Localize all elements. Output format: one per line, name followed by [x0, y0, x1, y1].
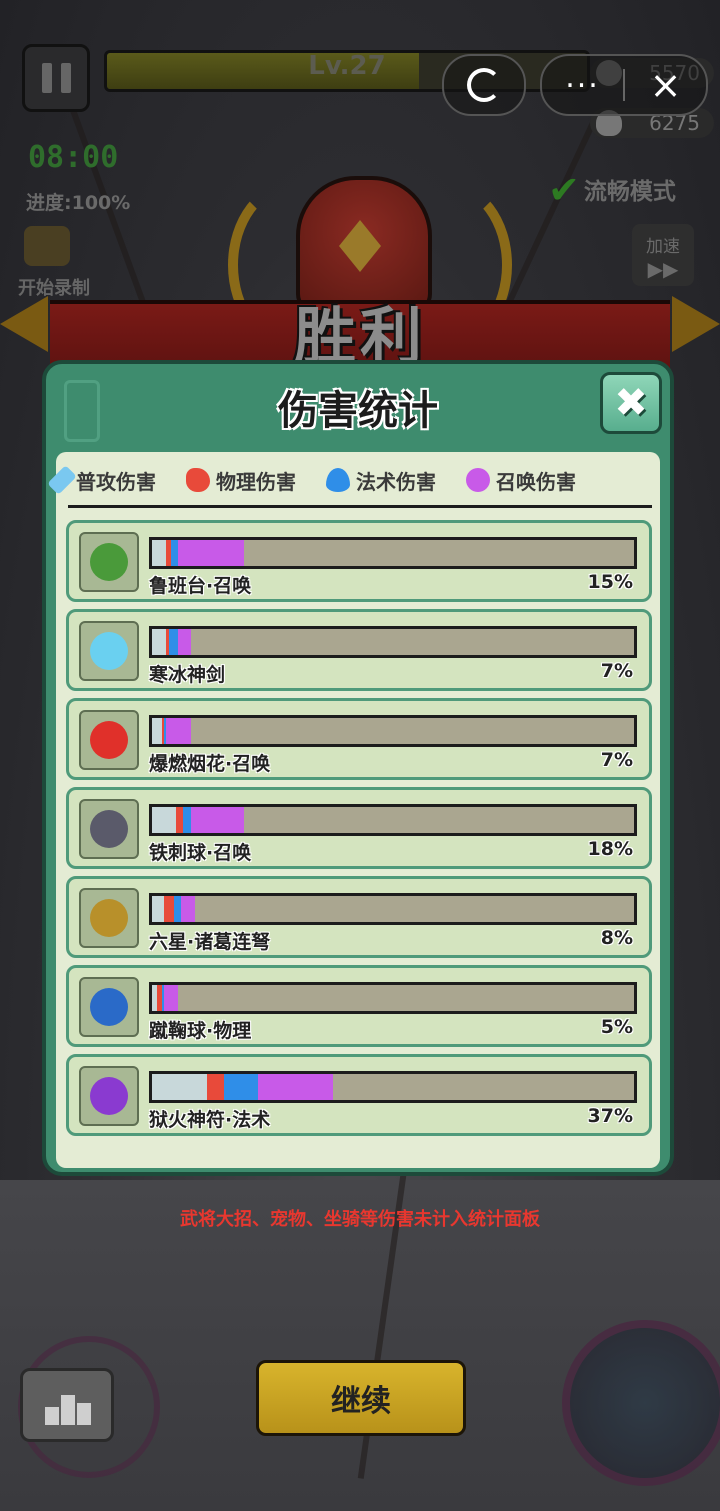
- damage-bar: [149, 1071, 637, 1103]
- damage-bar-segment: [180, 896, 196, 922]
- game-timer: 08:00: [28, 140, 119, 175]
- damage-row: 蹴鞠球·物理 5%: [66, 965, 652, 1047]
- weapon-name: 爆燃烟花·召唤: [149, 753, 271, 775]
- damage-percent: 15%: [587, 571, 633, 593]
- damage-bar-segment: [224, 1074, 259, 1100]
- damage-percent: 8%: [600, 927, 633, 949]
- weapon-name: 狱火神符·法术: [149, 1109, 271, 1131]
- checkmark-icon: ✔: [548, 168, 580, 212]
- damage-bar-segment: [168, 629, 179, 655]
- damage-bar-segment: [173, 896, 181, 922]
- damage-bar-segment: [152, 896, 165, 922]
- damage-bar: [149, 982, 637, 1014]
- damage-bar-segment: [152, 1074, 208, 1100]
- continue-button[interactable]: 继续: [256, 1360, 466, 1436]
- damage-bar-segment: [166, 718, 191, 744]
- weapon-icon-glyph: [90, 899, 128, 937]
- damage-bar: [149, 715, 637, 747]
- legend-label: 召唤伤害: [496, 469, 576, 494]
- damage-bar-segment: [190, 807, 244, 833]
- damage-bar-segment: [164, 985, 179, 1011]
- damage-bar: [149, 804, 637, 836]
- weapon-icon-glyph: [90, 632, 128, 670]
- weapon-name: 铁刺球·召唤: [149, 842, 252, 864]
- damage-bar-segment: [178, 629, 191, 655]
- fist-icon: [186, 468, 210, 492]
- weapon-icon-glyph: [90, 988, 128, 1026]
- weapon-icon: [79, 710, 139, 770]
- weapon-icon: [79, 621, 139, 681]
- legend-divider: [68, 505, 652, 508]
- damage-bar-segment: [171, 540, 179, 566]
- damage-bar: [149, 626, 637, 658]
- damage-row: 狱火神符·法术 37%: [66, 1054, 652, 1136]
- miniprogram-capsule: ... ×: [540, 54, 708, 116]
- weapon-name: 寒冰神剑: [149, 664, 226, 686]
- damage-bar-segment: [207, 1074, 225, 1100]
- damage-percent: 5%: [600, 1016, 633, 1038]
- progress-text: 进度:100%: [26, 192, 131, 214]
- paw-icon: [466, 468, 490, 492]
- speed-label: 加速: [646, 237, 680, 257]
- skill-portal-right: [562, 1320, 720, 1486]
- weapon-icon-glyph: [90, 1077, 128, 1115]
- legend-magic: 法术伤害: [326, 460, 436, 500]
- pacman-icon: [467, 68, 501, 102]
- damage-list: 鲁班台·召唤 15% 寒冰神剑 7% 爆燃烟花·召唤 7% 铁刺球·召唤 18% 六星·诸葛连弩…: [66, 520, 652, 1143]
- weapon-icon-glyph: [90, 721, 128, 759]
- weapon-icon: [79, 888, 139, 948]
- camera-icon[interactable]: [24, 226, 70, 266]
- damage-bar-segment: [176, 807, 184, 833]
- legend-summon: 召唤伤害: [466, 460, 576, 500]
- fast-forward-icon: ▶▶: [647, 257, 679, 281]
- weapon-name: 蹴鞠球·物理: [149, 1020, 252, 1042]
- damage-percent: 7%: [600, 749, 633, 771]
- weapon-icon-glyph: [90, 543, 128, 581]
- panel-title: 伤害统计: [278, 388, 438, 434]
- legend-label: 法术伤害: [356, 469, 436, 494]
- damage-bar: [149, 893, 637, 925]
- more-options-button[interactable]: ...: [542, 63, 623, 93]
- damage-row: 铁刺球·召唤 18%: [66, 787, 652, 869]
- damage-bar-segment: [152, 629, 167, 655]
- damage-row: 六星·诸葛连弩 8%: [66, 876, 652, 958]
- damage-bar-segment: [258, 1074, 333, 1100]
- damage-bar-segment: [152, 807, 177, 833]
- ranking-button[interactable]: [20, 1368, 114, 1442]
- damage-type-legend: 普攻伤害 物理伤害 法术伤害 召唤伤害: [47, 460, 666, 500]
- damage-percent: 18%: [587, 838, 633, 860]
- game-center-button[interactable]: [442, 54, 526, 116]
- damage-bar: [149, 537, 637, 569]
- weapon-icon: [79, 799, 139, 859]
- damage-bar-segment: [164, 896, 174, 922]
- damage-percent: 37%: [587, 1105, 633, 1127]
- flame-icon: [326, 468, 350, 492]
- damage-row: 寒冰神剑 7%: [66, 609, 652, 691]
- legend-normal-attack: 普攻伤害: [47, 460, 156, 500]
- weapon-icon-glyph: [90, 810, 128, 848]
- damage-bar-segment: [152, 718, 162, 744]
- weapon-icon: [79, 977, 139, 1037]
- weapon-icon: [79, 532, 139, 592]
- legend-label: 普攻伤害: [76, 469, 156, 494]
- damage-row: 鲁班台·召唤 15%: [66, 520, 652, 602]
- damage-bar-segment: [178, 540, 244, 566]
- legend-physical: 物理伤害: [186, 460, 296, 500]
- footnote: 武将大招、宠物、坐骑等伤害未计入统计面板: [180, 1209, 540, 1230]
- weapon-name: 六星·诸葛连弩: [149, 931, 271, 953]
- damage-bar-segment: [152, 540, 167, 566]
- close-icon: ✖: [614, 380, 648, 426]
- weapon-icon: [79, 1066, 139, 1126]
- close-app-button[interactable]: ×: [625, 66, 706, 104]
- smooth-mode-label: 流畅模式: [583, 179, 676, 205]
- damage-row: 爆燃烟花·召唤 7%: [66, 698, 652, 780]
- speed-button[interactable]: 加速 ▶▶: [632, 224, 694, 286]
- damage-percent: 7%: [600, 660, 633, 682]
- weapon-name: 鲁班台·召唤: [149, 575, 252, 597]
- pause-button[interactable]: [22, 44, 90, 112]
- damage-bar-segment: [183, 807, 191, 833]
- smooth-mode-toggle[interactable]: ✔ 流畅模式: [548, 168, 676, 212]
- close-button[interactable]: ✖: [600, 372, 662, 434]
- legend-label: 物理伤害: [216, 469, 296, 494]
